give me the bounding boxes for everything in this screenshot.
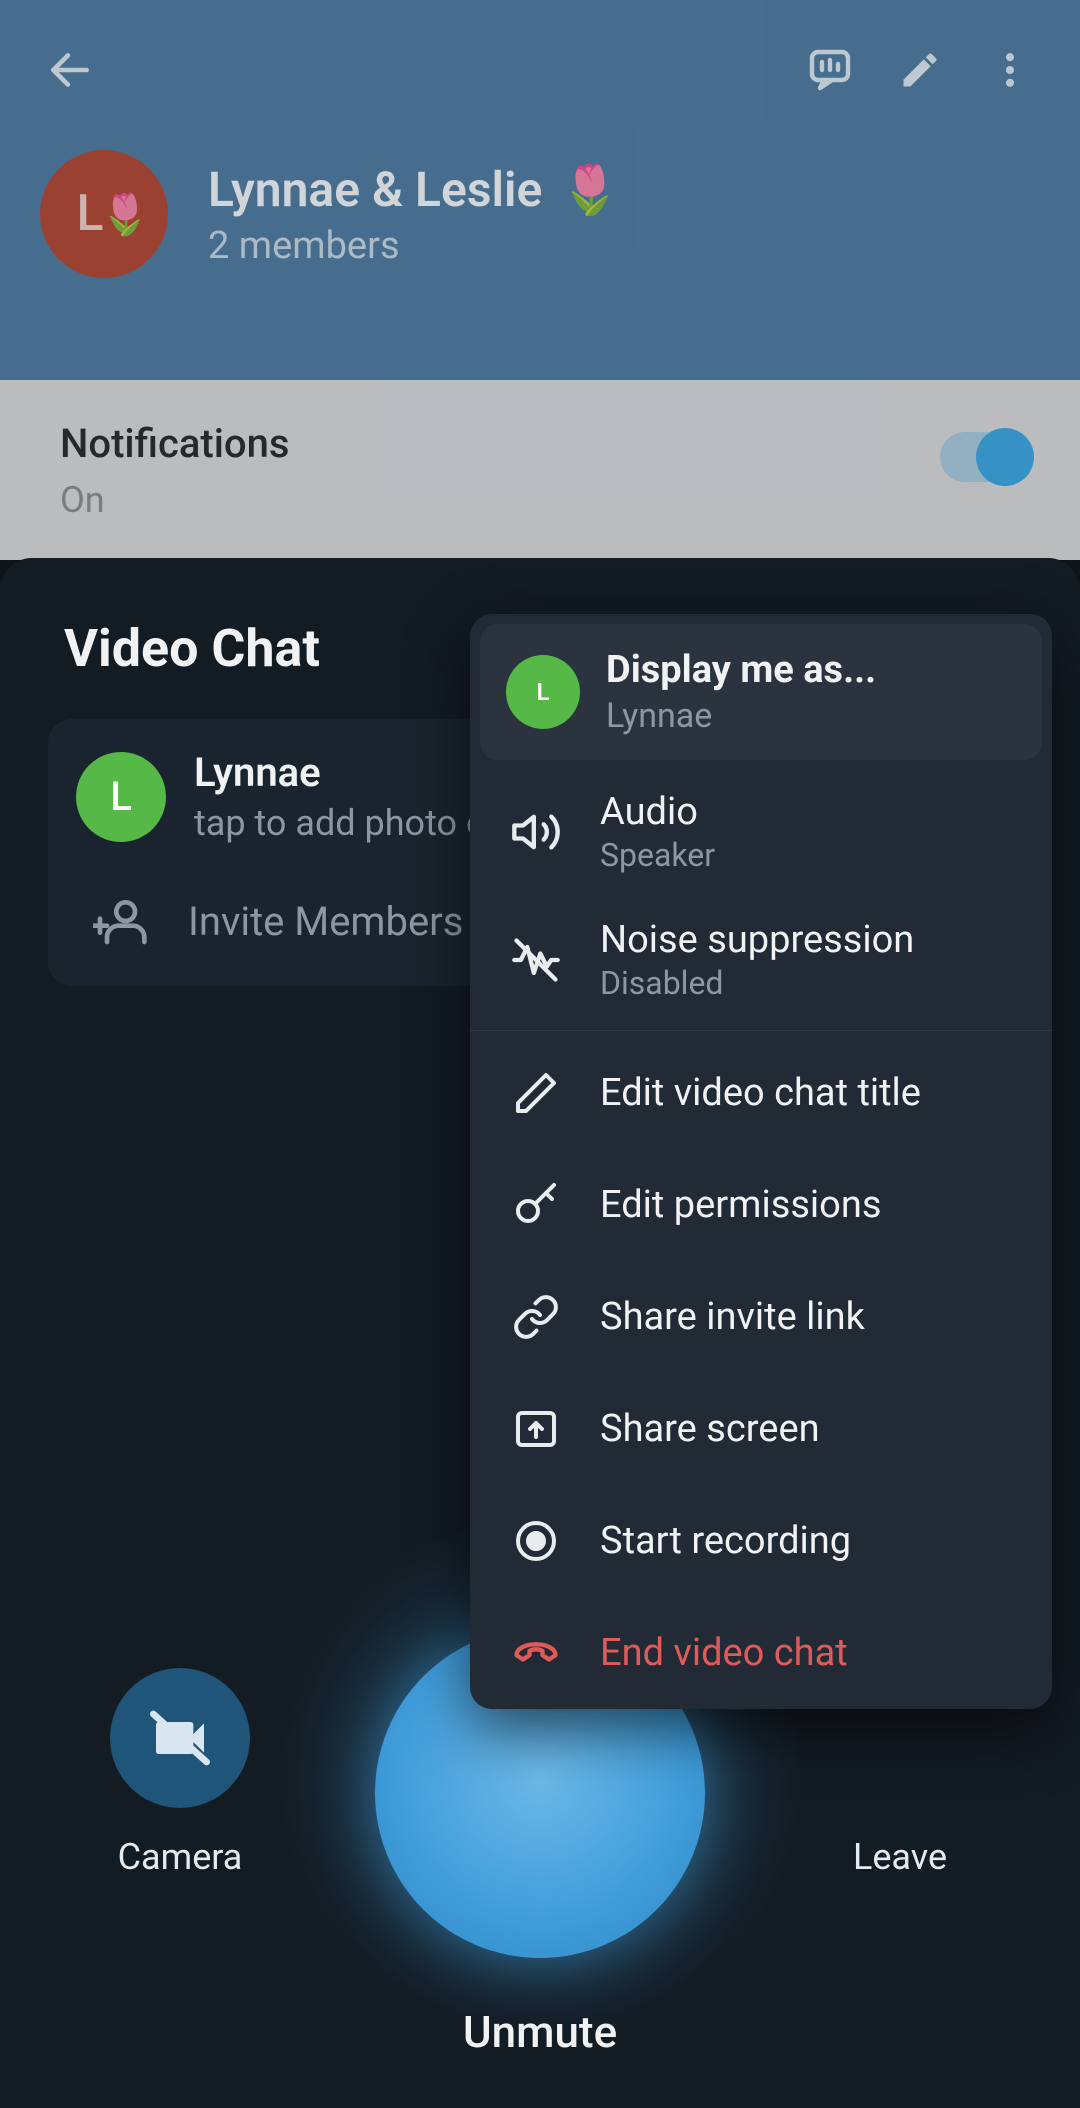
menu-divider	[470, 1030, 1052, 1031]
noise-icon	[506, 930, 566, 990]
speaker-icon	[506, 802, 566, 862]
screen-share-icon	[506, 1399, 566, 1459]
menu-share-screen-label: Share screen	[600, 1407, 820, 1451]
unmute-label: Unmute	[463, 2006, 617, 2058]
end-call-icon	[506, 1623, 566, 1683]
menu-share-link[interactable]: Share invite link	[470, 1261, 1052, 1373]
menu-edit-permissions[interactable]: Edit permissions	[470, 1149, 1052, 1261]
menu-display-as[interactable]: L Display me as... Lynnae	[480, 624, 1042, 760]
camera-label: Camera	[80, 1836, 280, 1878]
add-person-icon	[86, 886, 156, 956]
menu-end-video-chat[interactable]: End video chat	[470, 1597, 1052, 1709]
link-icon	[506, 1287, 566, 1347]
menu-edit-title-label: Edit video chat title	[600, 1071, 921, 1115]
pencil-icon	[506, 1063, 566, 1123]
menu-audio[interactable]: Audio Speaker	[470, 768, 1052, 896]
record-icon	[506, 1511, 566, 1571]
key-icon	[506, 1175, 566, 1235]
camera-off-icon	[148, 1706, 212, 1770]
menu-end-label: End video chat	[600, 1631, 848, 1675]
menu-audio-title: Audio	[600, 790, 715, 834]
menu-record-label: Start recording	[600, 1519, 851, 1563]
invite-members-label: Invite Members	[188, 898, 463, 945]
menu-share-link-label: Share invite link	[600, 1295, 865, 1339]
menu-noise-title: Noise suppression	[600, 918, 914, 962]
menu-permissions-label: Edit permissions	[600, 1183, 881, 1227]
leave-label: Leave	[800, 1836, 1000, 1878]
participant-avatar: L	[76, 752, 166, 842]
camera-button[interactable]	[110, 1668, 250, 1808]
menu-noise-sub: Disabled	[600, 964, 914, 1002]
menu-avatar: L	[506, 655, 580, 729]
menu-noise-suppression[interactable]: Noise suppression Disabled	[470, 896, 1052, 1024]
menu-edit-title[interactable]: Edit video chat title	[470, 1037, 1052, 1149]
menu-display-as-title: Display me as...	[606, 648, 876, 692]
menu-start-recording[interactable]: Start recording	[470, 1485, 1052, 1597]
dim-overlay	[0, 0, 1080, 560]
menu-share-screen[interactable]: Share screen	[470, 1373, 1052, 1485]
menu-display-as-sub: Lynnae	[606, 696, 876, 736]
video-chat-options-menu: L Display me as... Lynnae Audio Speaker …	[470, 614, 1052, 1709]
menu-audio-sub: Speaker	[600, 836, 715, 874]
